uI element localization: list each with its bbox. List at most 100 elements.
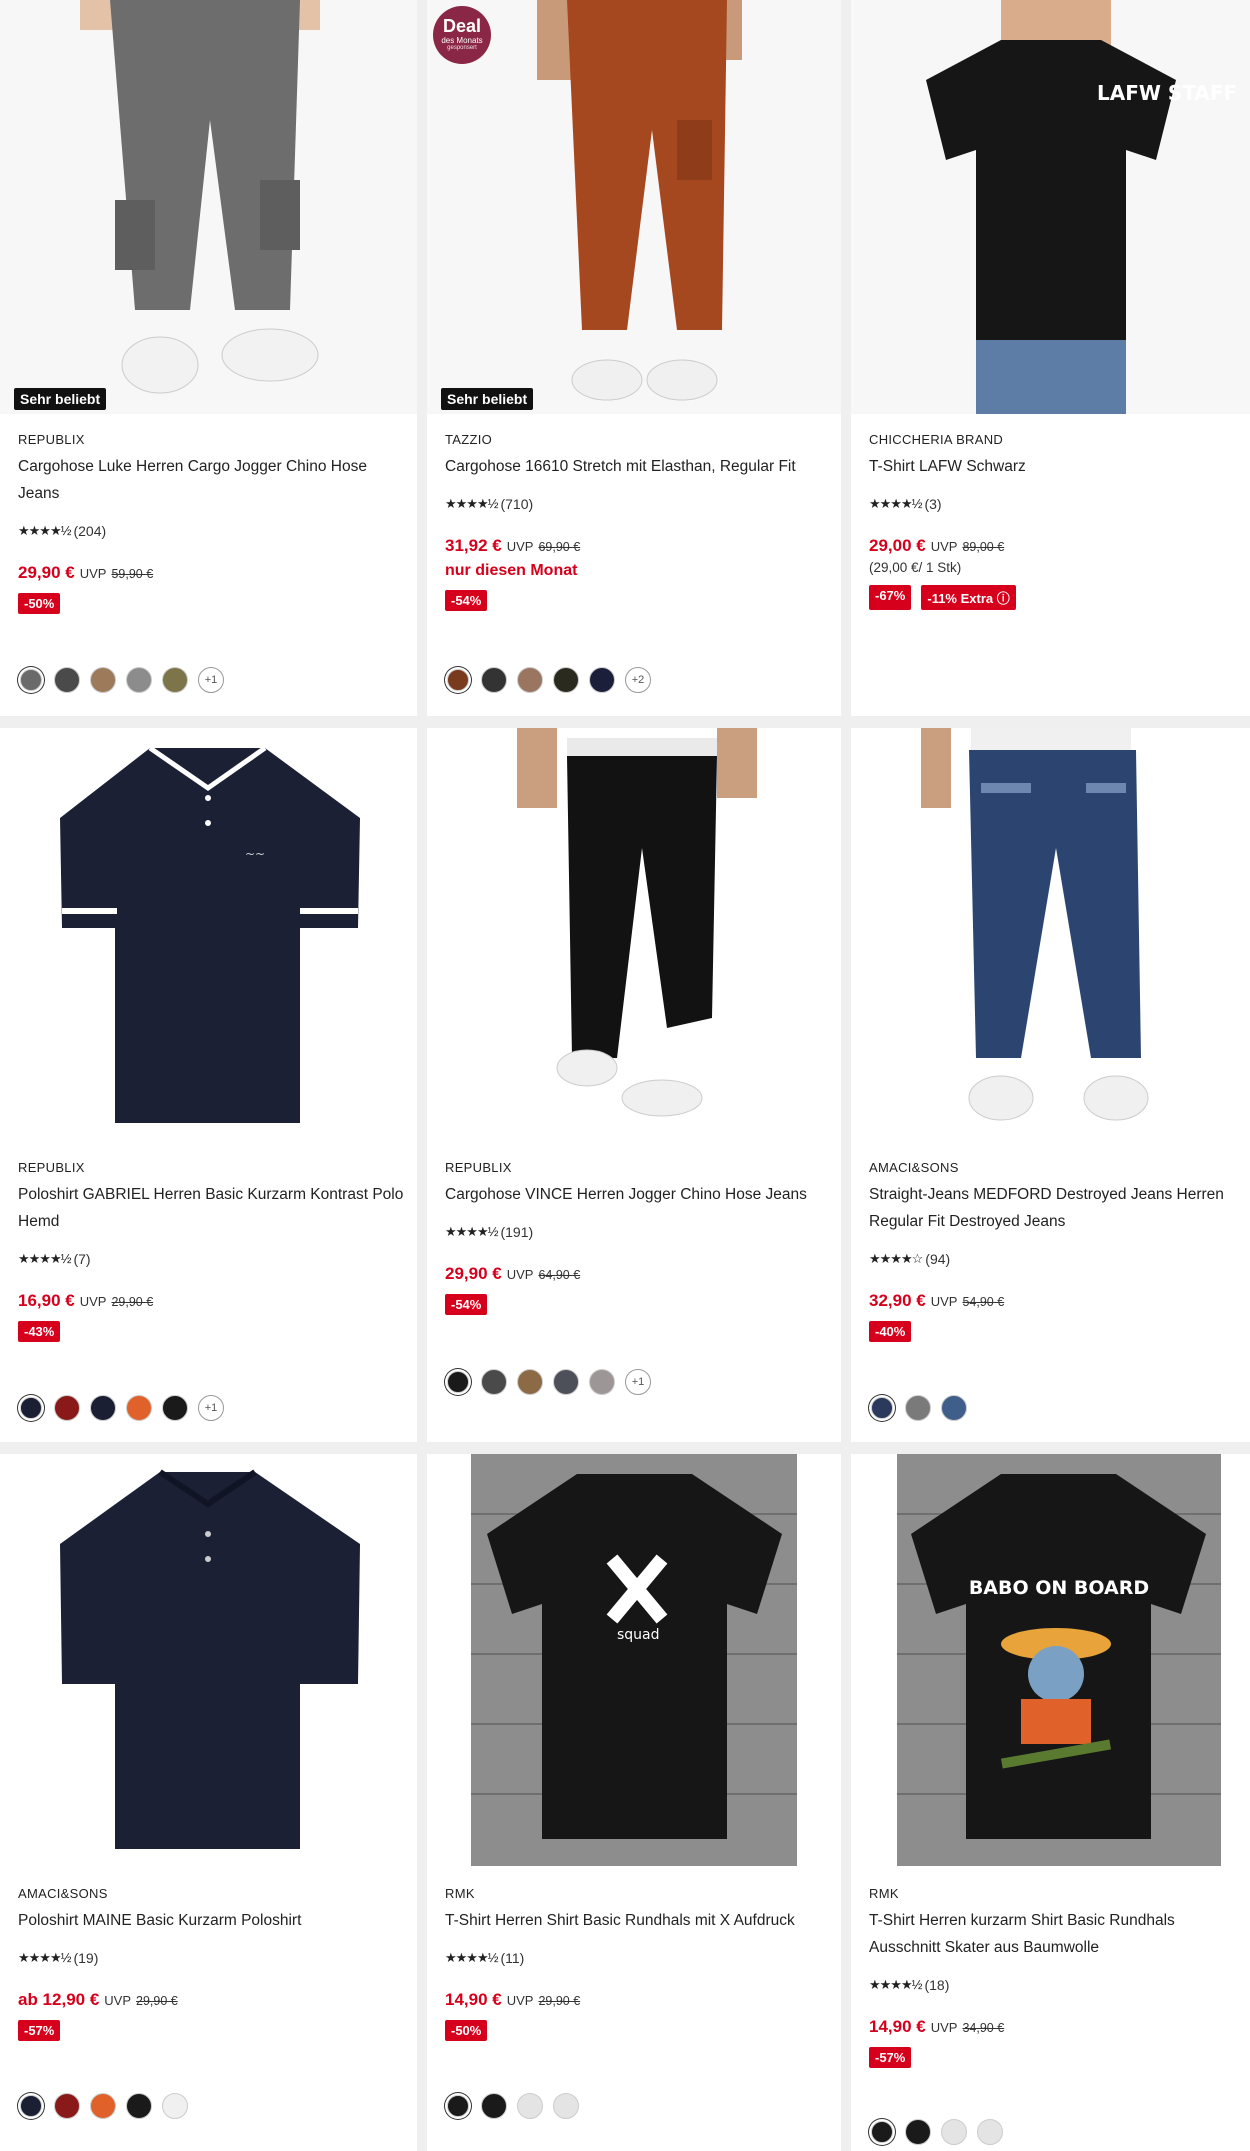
price: 16,90 €	[18, 1291, 75, 1310]
product-title[interactable]: Cargohose Luke Herren Cargo Jogger Chino…	[18, 453, 405, 507]
color-swatch[interactable]	[517, 2093, 543, 2119]
color-swatch[interactable]	[941, 2119, 967, 2145]
color-swatch[interactable]	[54, 667, 80, 693]
uvp-label: UVP	[506, 539, 534, 554]
color-swatch[interactable]	[553, 1369, 579, 1395]
discount-badge: -50%	[445, 2020, 488, 2041]
product-title[interactable]: T-Shirt Herren Shirt Basic Rundhals mit …	[445, 1907, 829, 1934]
product-card-polo-gabriel[interactable]: ~~ REPUBLIX Poloshirt GABRIEL Herren Bas…	[0, 728, 417, 1442]
product-card-jeans-medford[interactable]: AMACI&SONS Straight-Jeans MEDFORD Destro…	[851, 728, 1250, 1442]
color-swatch[interactable]	[162, 1395, 188, 1421]
product-grid: Sehr beliebt REPUBLIX Cargohose Luke Her…	[0, 0, 1250, 2151]
price-line: 32,90 € UVP 54,90 €	[869, 1291, 1238, 1311]
rating: ★★★★½ (11)	[445, 1948, 829, 1968]
product-card-cargo-tazzio[interactable]: Deal des Monats gesponsert Sehr beliebt …	[427, 0, 841, 716]
price: 32,90 €	[869, 1291, 926, 1310]
color-swatch[interactable]	[20, 1397, 42, 1419]
star-rating-icon: ★★★★½	[445, 1950, 498, 1965]
product-image-polo-navy[interactable]	[0, 1454, 417, 1868]
color-swatch[interactable]	[553, 667, 579, 693]
uvp-price: 34,90 €	[962, 2021, 1005, 2035]
product-card-tshirt-lafw[interactable]: LAFW STAFF CHICCHERIA BRAND T-Shirt LAFW…	[851, 0, 1250, 716]
color-swatch[interactable]	[126, 2093, 152, 2119]
color-swatch[interactable]	[589, 667, 615, 693]
deal-of-month-badge: Deal des Monats gesponsert	[433, 6, 491, 64]
extra-discount-badge[interactable]: -11% Extra ⓘ	[921, 585, 1016, 610]
popular-badge: Sehr beliebt	[441, 388, 534, 410]
color-swatch[interactable]	[20, 2095, 42, 2117]
product-image-cargo-black[interactable]	[427, 728, 841, 1142]
color-swatch[interactable]	[905, 2119, 931, 2145]
color-swatch[interactable]	[447, 669, 469, 691]
color-swatch[interactable]	[871, 2121, 893, 2143]
brand-label: REPUBLIX	[18, 432, 85, 447]
more-colors-button[interactable]: +2	[625, 667, 651, 693]
product-title[interactable]: Cargohose 16610 Stretch mit Elasthan, Re…	[445, 453, 829, 480]
color-swatches: +1	[445, 1369, 651, 1395]
rating-count: (7)	[73, 1251, 91, 1267]
color-swatch[interactable]	[162, 2093, 188, 2119]
product-card-tshirt-babo[interactable]: BABO ON BOARD RMK T-Shirt Herren kurzarm…	[851, 1454, 1250, 2151]
color-swatch[interactable]	[517, 667, 543, 693]
rating: ★★★★½ (7)	[18, 1249, 405, 1269]
product-image-cargo-rust[interactable]: Deal des Monats gesponsert Sehr beliebt	[427, 0, 841, 414]
star-rating-icon: ★★★★½	[18, 1251, 71, 1266]
product-image-polo-contrast[interactable]: ~~	[0, 728, 417, 1142]
discount-badge: -57%	[18, 2020, 61, 2041]
more-colors-button[interactable]: +1	[198, 667, 224, 693]
color-swatch[interactable]	[481, 667, 507, 693]
color-swatch[interactable]	[90, 1395, 116, 1421]
color-swatch[interactable]	[517, 1369, 543, 1395]
product-image-cargo-grey[interactable]: Sehr beliebt	[0, 0, 417, 414]
product-card-tshirt-x[interactable]: squad RMK T-Shirt Herren Shirt Basic Run…	[427, 1454, 841, 2151]
uvp-price: 29,90 €	[538, 1994, 581, 2008]
product-title[interactable]: Cargohose VINCE Herren Jogger Chino Hose…	[445, 1181, 829, 1208]
color-swatch[interactable]	[905, 1395, 931, 1421]
product-title[interactable]: Straight-Jeans MEDFORD Destroyed Jeans H…	[869, 1181, 1238, 1235]
uvp-price: 64,90 €	[538, 1268, 581, 1282]
unit-price: (29,00 €/ 1 Stk)	[869, 560, 962, 575]
color-swatch[interactable]	[977, 2119, 1003, 2145]
color-swatch[interactable]	[871, 1397, 893, 1419]
product-card-cargo-luke[interactable]: Sehr beliebt REPUBLIX Cargohose Luke Her…	[0, 0, 417, 716]
color-swatch[interactable]	[126, 1395, 152, 1421]
more-colors-button[interactable]: +1	[625, 1369, 651, 1395]
color-swatch[interactable]	[589, 1369, 615, 1395]
product-image-jeans-blue[interactable]	[851, 728, 1250, 1142]
star-rating-icon: ★★★★½	[18, 1950, 71, 1965]
color-swatches	[869, 1395, 967, 1421]
color-swatch[interactable]	[54, 1395, 80, 1421]
product-card-polo-maine[interactable]: AMACI&SONS Poloshirt MAINE Basic Kurzarm…	[0, 1454, 417, 2151]
rating: ★★★★½ (191)	[445, 1222, 829, 1242]
uvp-label: UVP	[506, 1993, 534, 2008]
product-image-tshirt-x-squad[interactable]: squad	[427, 1454, 841, 1868]
more-colors-button[interactable]: +1	[198, 1395, 224, 1421]
product-title[interactable]: T-Shirt Herren kurzarm Shirt Basic Rundh…	[869, 1907, 1238, 1961]
color-swatch[interactable]	[90, 2093, 116, 2119]
uvp-label: UVP	[79, 566, 107, 581]
product-title[interactable]: Poloshirt MAINE Basic Kurzarm Poloshirt	[18, 1907, 405, 1934]
color-swatch[interactable]	[20, 669, 42, 691]
color-swatch[interactable]	[481, 2093, 507, 2119]
brand-label: CHICCHERIA BRAND	[869, 432, 1004, 447]
product-image-tshirt-babo[interactable]: BABO ON BOARD	[851, 1454, 1250, 1868]
color-swatch[interactable]	[553, 2093, 579, 2119]
star-rating-icon: ★★★★½	[869, 496, 922, 511]
color-swatch[interactable]	[447, 2095, 469, 2117]
uvp-price: 59,90 €	[111, 567, 154, 581]
color-swatches	[18, 2093, 188, 2119]
product-title[interactable]: T-Shirt LAFW Schwarz	[869, 453, 1238, 480]
color-swatch[interactable]	[481, 1369, 507, 1395]
color-swatches	[869, 2119, 1003, 2145]
color-swatch[interactable]	[162, 667, 188, 693]
product-image-tshirt-lafw[interactable]: LAFW STAFF	[851, 0, 1250, 414]
color-swatch[interactable]	[447, 1371, 469, 1393]
uvp-label: UVP	[930, 1294, 958, 1309]
color-swatch[interactable]	[941, 1395, 967, 1421]
product-title[interactable]: Poloshirt GABRIEL Herren Basic Kurzarm K…	[18, 1181, 405, 1235]
product-card-cargo-vince[interactable]: REPUBLIX Cargohose VINCE Herren Jogger C…	[427, 728, 841, 1442]
color-swatch[interactable]	[126, 667, 152, 693]
color-swatch[interactable]	[54, 2093, 80, 2119]
color-swatch[interactable]	[90, 667, 116, 693]
discount-badge: -54%	[445, 590, 488, 611]
